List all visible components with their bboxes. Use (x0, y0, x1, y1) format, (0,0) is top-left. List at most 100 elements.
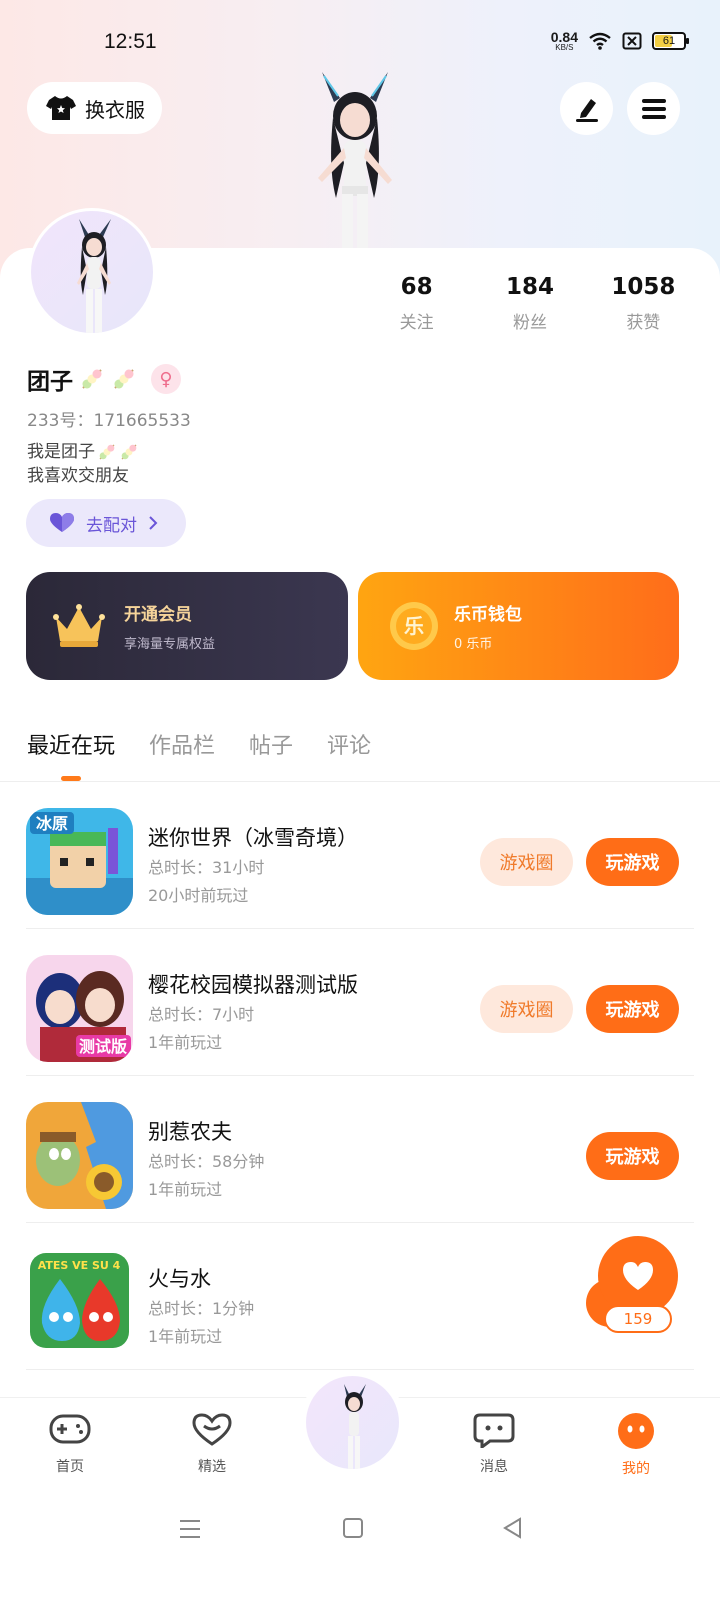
game-icon-text: ATES VE SU 4 (38, 1259, 121, 1272)
status-icons: 0.84 KB/S 61 (550, 29, 689, 52)
heart-chat-icon (192, 1413, 232, 1446)
wallet-card[interactable]: 乐 乐币钱包 0 乐币 (358, 572, 679, 680)
nav-messages-label: 消息 (480, 1459, 508, 1475)
heart-icon (623, 1262, 653, 1290)
dango-icon (99, 444, 115, 460)
nav-home-label: 首页 (56, 1459, 84, 1475)
stat-following-label: 关注 (399, 313, 434, 333)
nav-me-label: 我的 (622, 1461, 650, 1477)
game-duration: 总时长：58分钟 (148, 1152, 265, 1171)
name-row: 团子 ♀ (27, 362, 181, 396)
stat-followers-label: 粉丝 (512, 313, 547, 333)
game-last-played: 20小时前玩过 (148, 886, 249, 905)
stat-likes[interactable]: 1058 获赞 (587, 274, 700, 333)
battery-icon: 61 (652, 32, 689, 50)
avatar-character-icon (77, 219, 111, 333)
stat-likes-count: 1058 (611, 274, 676, 300)
coin-icon: 乐 (390, 602, 438, 650)
battery-level: 61 (662, 35, 676, 47)
nav-featured[interactable]: 精选 (172, 1412, 252, 1476)
back-icon[interactable] (502, 1517, 524, 1539)
stat-following[interactable]: 68 关注 (360, 274, 473, 333)
wallet-balance: 0 乐币 (454, 637, 493, 652)
wifi-icon (589, 32, 611, 50)
network-speed-value: 0.84 (550, 29, 578, 45)
game-name: 火与水 (148, 1267, 211, 1291)
floating-like-button[interactable] (598, 1236, 678, 1316)
status-time: 12:51 (104, 30, 157, 53)
no-sim-icon (622, 32, 642, 50)
gamepad-icon (49, 1414, 91, 1444)
like-count-badge: 159 (604, 1305, 672, 1333)
edit-profile-button[interactable] (560, 82, 613, 135)
game-last-played: 1年前玩过 (148, 1180, 223, 1199)
play-game-button[interactable]: 玩游戏 (586, 1132, 679, 1180)
wallet-title: 乐币钱包 (454, 605, 522, 625)
vip-subtitle: 享海量专属权益 (124, 637, 216, 652)
game-circle-button[interactable]: 游戏圈 (480, 985, 573, 1033)
game-icon-fire-water[interactable]: ATES VE SU 4 (26, 1249, 133, 1356)
profile-tabs: 最近在玩 作品栏 帖子 评论 (27, 728, 371, 760)
nav-home[interactable]: 首页 (30, 1412, 110, 1476)
nav-messages[interactable]: 消息 (454, 1412, 534, 1476)
vip-membership-card[interactable]: 开通会员 享海量专属权益 (26, 572, 348, 680)
stat-followers-count: 184 (505, 274, 554, 300)
change-outfit-label: 换衣服 (85, 97, 145, 122)
user-name: 团子 (27, 369, 73, 395)
user-bio: 我是团子 我喜欢交朋友 (27, 440, 139, 488)
menu-button[interactable] (627, 82, 680, 135)
tab-comments[interactable]: 评论 (327, 728, 371, 760)
menu-icon (641, 98, 666, 119)
bio-line-1: 我是团子 (27, 442, 95, 462)
bio-line-2: 我喜欢交朋友 (27, 466, 129, 486)
game-icon-text: 冰原 (36, 814, 68, 833)
stat-likes-label: 获赞 (626, 313, 661, 333)
me-icon (618, 1413, 654, 1449)
home-icon[interactable] (342, 1517, 364, 1539)
nav-me[interactable]: 我的 (596, 1412, 676, 1478)
game-row[interactable]: 测试版 樱花校园模拟器测试版 总时长：7小时 1年前玩过 游戏圈 玩游戏 (0, 929, 720, 1076)
female-gender-icon: ♀ (151, 364, 181, 394)
game-row[interactable]: 别惹农夫 总时长：58分钟 1年前玩过 玩游戏 (0, 1076, 720, 1223)
stat-following-count: 68 (400, 274, 433, 300)
game-name: 迷你世界（冰雪奇境） (148, 826, 358, 850)
edit-icon (575, 98, 598, 122)
match-button[interactable]: 去配对 (26, 499, 186, 547)
game-icon-sakura-school[interactable]: 测试版 (26, 955, 133, 1062)
game-last-played: 1年前玩过 (148, 1033, 223, 1052)
play-game-button[interactable]: 玩游戏 (586, 838, 679, 886)
coin-glyph: 乐 (404, 614, 424, 638)
dango-icon (82, 369, 102, 389)
game-icon-text: 测试版 (79, 1037, 127, 1056)
chevron-right-icon (149, 516, 158, 530)
message-icon (473, 1413, 515, 1450)
network-speed-unit: KB/S (555, 43, 574, 52)
avatar[interactable] (28, 208, 156, 336)
play-game-button[interactable]: 玩游戏 (586, 985, 679, 1033)
game-icon-farmer[interactable] (26, 1102, 133, 1209)
dango-icon (114, 369, 134, 389)
game-name: 樱花校园模拟器测试版 (148, 973, 358, 997)
avatar-character-icon (344, 1384, 366, 1469)
tab-posts[interactable]: 帖子 (249, 728, 293, 760)
game-last-played: 1年前玩过 (148, 1327, 223, 1346)
crown-icon (53, 604, 105, 647)
game-name: 别惹农夫 (148, 1120, 232, 1144)
recent-apps-icon[interactable] (178, 1517, 202, 1541)
tab-recently-played[interactable]: 最近在玩 (27, 728, 115, 760)
game-icon-mini-world[interactable]: 冰原 (26, 808, 133, 915)
match-label: 去配对 (86, 515, 137, 536)
change-outfit-button[interactable]: 换衣服 (27, 82, 162, 134)
game-row[interactable]: 冰原 迷你世界（冰雪奇境） 总时长：31小时 20小时前玩过 游戏圈 玩游戏 (0, 782, 720, 929)
tab-works[interactable]: 作品栏 (149, 728, 215, 760)
user-id[interactable]: 233号：171665533 (27, 406, 191, 431)
nav-center-avatar-button[interactable] (300, 1370, 405, 1475)
stat-followers[interactable]: 184 粉丝 (473, 274, 586, 333)
nav-featured-label: 精选 (198, 1459, 226, 1475)
game-duration: 总时长：7小时 (148, 1005, 255, 1024)
game-duration: 总时长：1分钟 (148, 1299, 255, 1318)
vip-title: 开通会员 (124, 605, 192, 625)
game-circle-button[interactable]: 游戏圈 (480, 838, 573, 886)
shirt-icon (46, 96, 76, 120)
avatar-character-illustration (318, 72, 392, 253)
